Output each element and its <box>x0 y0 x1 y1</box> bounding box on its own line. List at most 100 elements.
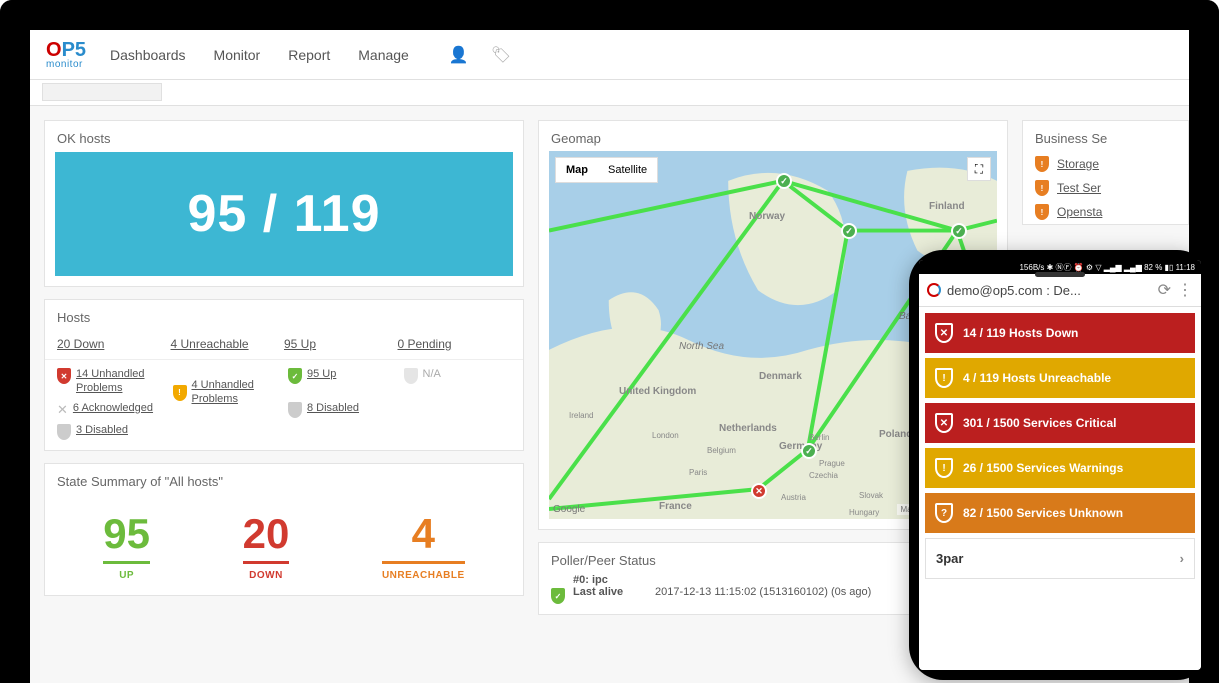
shield-yellow-icon: ! <box>173 385 187 401</box>
label-france: France <box>659 501 692 512</box>
tab-placeholder[interactable] <box>42 83 162 101</box>
map-node-red-icon[interactable]: ✕ <box>751 483 767 499</box>
nav-report[interactable]: Report <box>288 47 330 63</box>
label-netherlands: Netherlands <box>719 423 777 434</box>
phone-mockup: 156B/s ✱ ⓃⒻ ⏰ ⚙ ▽ ▂▄▆ ▂▄▆ 82 % ▮▯ 11:18 … <box>909 250 1211 680</box>
shield-lightgray-icon <box>404 368 418 384</box>
nav-manage[interactable]: Manage <box>358 47 409 63</box>
alert-warning-icon: ! <box>935 368 953 388</box>
alert-critical-icon: ✕ <box>935 323 953 343</box>
phone-speaker <box>1035 272 1085 277</box>
label-finland: Finland <box>929 201 965 212</box>
state-summary-card: State Summary of "All hosts" 95 UP 20 DO… <box>44 463 524 596</box>
ok-hosts-value: 95 / 119 <box>55 152 513 276</box>
google-logo: Google <box>553 504 585 515</box>
acknowledge-icon: ✕ <box>57 402 68 418</box>
state-unreachable[interactable]: 4 UNREACHABLE <box>382 513 465 581</box>
shield-orange-icon: ! <box>1035 180 1049 196</box>
shield-gray-icon <box>57 424 71 440</box>
label-paris: Paris <box>689 468 707 477</box>
hosts-disabled-8[interactable]: 8 Disabled <box>288 402 396 418</box>
label-ireland: Ireland <box>569 411 593 420</box>
poller-last-alive-label: Last alive <box>573 586 643 598</box>
map-node-green-icon[interactable]: ✓ <box>951 223 967 239</box>
label-poland: Poland <box>879 429 912 440</box>
user-icon[interactable]: 👤 <box>449 45 469 65</box>
state-down[interactable]: 20 DOWN <box>243 513 290 581</box>
hosts-unhandled-14[interactable]: ✕ 14 Unhandled Problems <box>57 368 165 396</box>
ok-hosts-card: OK hosts 95 / 119 <box>44 120 524 287</box>
nav-dashboards[interactable]: Dashboards <box>110 47 186 63</box>
business-services-card: Business Se ! Storage ! Test Ser ! Opens… <box>1022 120 1189 225</box>
map-type-map[interactable]: Map <box>556 158 598 182</box>
nav-links: Dashboards Monitor Report Manage <box>110 47 409 63</box>
state-summary-title: State Summary of "All hosts" <box>45 464 523 495</box>
bs-item-openstack[interactable]: ! Opensta <box>1023 200 1188 224</box>
state-up[interactable]: 95 UP <box>103 513 150 581</box>
map-node-green-icon[interactable]: ✓ <box>776 173 792 189</box>
bs-item-test[interactable]: ! Test Ser <box>1023 176 1188 200</box>
hosts-unreachable-link[interactable]: 4 Unreachable <box>171 337 285 351</box>
hosts-title: Hosts <box>45 300 523 331</box>
label-london: London <box>652 431 679 440</box>
refresh-icon[interactable]: ⟳ <box>1158 280 1171 300</box>
shield-green-icon: ✓ <box>288 368 302 384</box>
map-type-satellite[interactable]: Satellite <box>598 158 657 182</box>
chevron-right-icon: › <box>1180 551 1184 566</box>
shield-orange-icon: ! <box>1035 156 1049 172</box>
alert-services-warnings[interactable]: ! 26 / 1500 Services Warnings <box>925 448 1195 488</box>
phone-list-3par[interactable]: 3par › <box>925 538 1195 579</box>
phone-screen: 156B/s ✱ ⓃⒻ ⏰ ⚙ ▽ ▂▄▆ ▂▄▆ 82 % ▮▯ 11:18 … <box>919 260 1201 670</box>
label-norway: Norway <box>749 211 785 222</box>
hosts-up-link[interactable]: 95 Up <box>284 337 398 351</box>
shield-gray-icon <box>288 402 302 418</box>
tag-icon[interactable]: 🏷 <box>491 45 511 65</box>
hosts-ack-6[interactable]: ✕ 6 Acknowledged <box>57 402 165 418</box>
label-north-sea: North Sea <box>679 341 724 352</box>
alert-critical-icon: ✕ <box>935 413 953 433</box>
alert-unknown-icon: ? <box>935 503 953 523</box>
phone-url-bar: demo@op5.com : De... ⟳ ⋮ <box>919 274 1201 307</box>
hosts-summary-row: 20 Down 4 Unreachable 95 Up 0 Pending <box>45 331 523 360</box>
alert-hosts-down[interactable]: ✕ 14 / 119 Hosts Down <box>925 313 1195 353</box>
state-summary-row: 95 UP 20 DOWN 4 UNREACHABLE <box>45 495 523 595</box>
shield-red-icon: ✕ <box>57 368 71 384</box>
hosts-card: Hosts 20 Down 4 Unreachable 95 Up 0 Pend… <box>44 299 524 451</box>
hosts-down-link[interactable]: 20 Down <box>57 337 171 351</box>
map-node-green-icon[interactable]: ✓ <box>801 443 817 459</box>
top-nav: OP5 monitor Dashboards Monitor Report Ma… <box>30 30 1189 80</box>
alert-services-critical[interactable]: ✕ 301 / 1500 Services Critical <box>925 403 1195 443</box>
geomap-title: Geomap <box>539 121 1007 152</box>
label-denmark: Denmark <box>759 371 802 382</box>
alert-hosts-unreachable[interactable]: ! 4 / 119 Hosts Unreachable <box>925 358 1195 398</box>
label-hungary: Hungary <box>849 508 879 517</box>
map-type-switch: Map Satellite <box>555 157 658 183</box>
hosts-na: N/A <box>404 368 512 396</box>
label-uk: United Kingdom <box>619 386 696 397</box>
label-prague: Prague <box>819 459 845 468</box>
alert-services-unknown[interactable]: ? 82 / 1500 Services Unknown <box>925 493 1195 533</box>
ok-hosts-title: OK hosts <box>45 121 523 152</box>
shield-orange-icon: ! <box>1035 204 1049 220</box>
bs-item-storage[interactable]: ! Storage <box>1023 152 1188 176</box>
poller-last-alive-value: 2017-12-13 11:15:02 (1513160102) (0s ago… <box>655 586 871 598</box>
shield-green-icon: ✓ <box>551 588 565 604</box>
hosts-disabled-3[interactable]: 3 Disabled <box>57 424 165 440</box>
hosts-unhandled-4[interactable]: ! 4 Unhandled Problems <box>173 368 281 418</box>
alert-warning-icon: ! <box>935 458 953 478</box>
menu-icon[interactable]: ⋮ <box>1177 280 1193 300</box>
map-node-green-icon[interactable]: ✓ <box>841 223 857 239</box>
business-services-title: Business Se <box>1023 121 1188 152</box>
phone-url[interactable]: demo@op5.com : De... <box>947 283 1152 298</box>
label-berlin: Berlin <box>809 433 829 442</box>
nav-monitor[interactable]: Monitor <box>214 47 261 63</box>
secondary-bar <box>30 80 1189 106</box>
logo[interactable]: OP5 monitor <box>46 40 86 70</box>
nav-icons: 👤 🏷 <box>449 45 511 65</box>
fullscreen-icon[interactable]: ⛶ <box>967 157 991 181</box>
hosts-pending-link[interactable]: 0 Pending <box>398 337 512 351</box>
poller-id: #0: ipc <box>573 574 608 586</box>
phone-body: ✕ 14 / 119 Hosts Down ! 4 / 119 Hosts Un… <box>919 307 1201 670</box>
left-column: OK hosts 95 / 119 Hosts 20 Down 4 Unreac… <box>44 120 524 669</box>
hosts-up-95[interactable]: ✓ 95 Up <box>288 368 396 396</box>
